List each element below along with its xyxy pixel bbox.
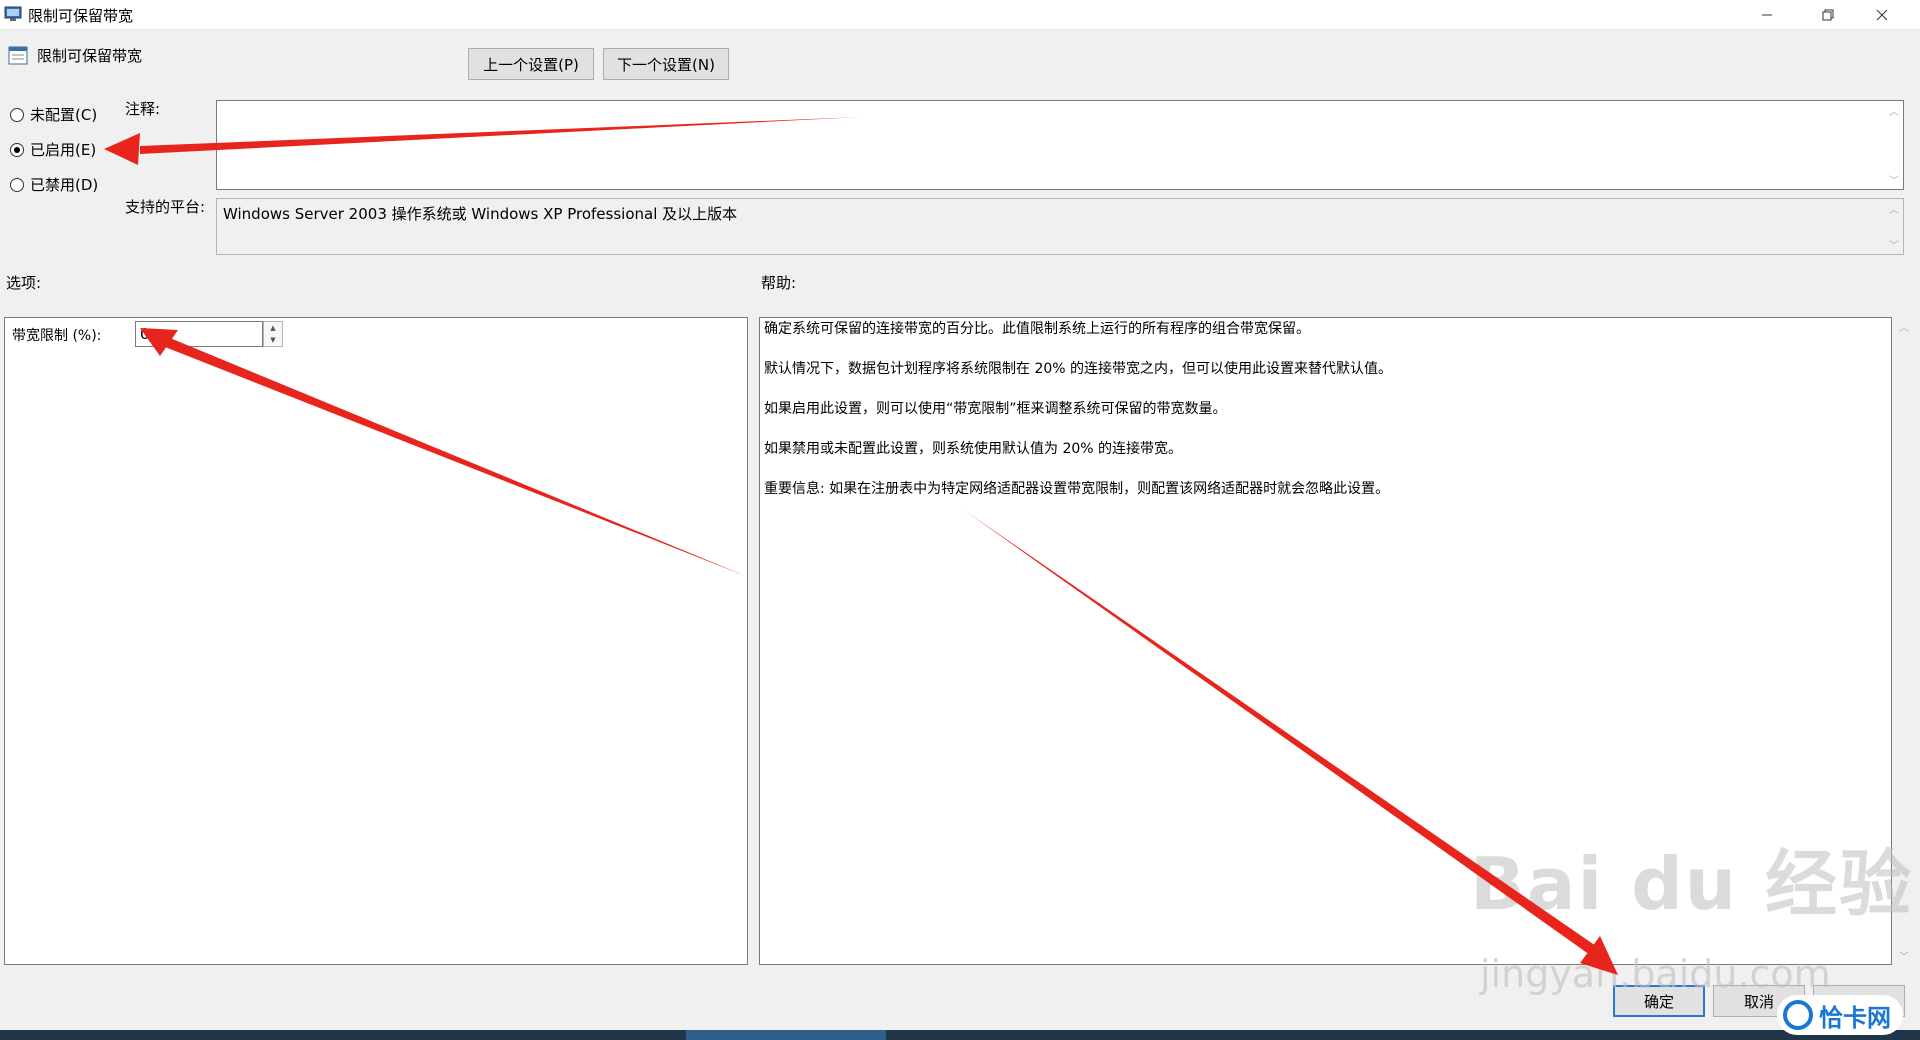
minimize-icon [1762,14,1772,15]
comment-scrollbar[interactable]: ︿ ﹀ [1887,103,1901,187]
help-paragraph: 如果禁用或未配置此设置，则系统使用默认值为 20% 的连接带宽。 [764,441,1183,457]
radio-label: 已启用(E) [30,141,97,159]
bandwidth-spinner[interactable]: ▲ ▼ [263,321,283,347]
platform-label: 支持的平台: [125,198,206,216]
help-paragraph: 如果启用此设置，则可以使用“带宽限制”框来调整系统可保留的带宽数量。 [764,401,1227,417]
platform-value: Windows Server 2003 操作系统或 Windows XP Pro… [223,205,738,223]
help-paragraph: 默认情况下，数据包计划程序将系统限制在 20% 的连接带宽之内，但可以使用此设置… [764,361,1393,377]
bandwidth-limit-label: 带宽限制 (%): [12,328,102,344]
watermark-url: jingyan.baidu.com [1480,952,1831,996]
policy-icon [8,46,28,65]
watermark-baidu-logo: Bai du 经验 [1470,842,1914,926]
scroll-down-icon[interactable]: ﹀ [1889,172,1899,187]
radio-circle[interactable] [10,177,24,192]
bandwidth-limit-input[interactable]: 0 [135,321,263,347]
minimize-button[interactable] [1741,0,1793,29]
help-paragraph: 重要信息: 如果在注册表中为特定网络适配器设置带宽限制，则配置该网络适配器时就会… [764,481,1390,497]
comment-textarea[interactable]: ︿ ﹀ [216,100,1904,190]
scroll-down-icon[interactable]: ﹀ [1899,948,1909,963]
scroll-up-icon[interactable]: ︿ [1899,319,1909,334]
close-button[interactable] [1856,0,1908,29]
scroll-up-icon[interactable]: ︿ [1889,103,1899,118]
site-badge-text: 恰卡网 [1819,1003,1891,1032]
help-section-label: 帮助: [761,274,797,292]
restore-icon [1822,9,1834,20]
help-paragraph: 确定系统可保留的连接带宽的百分比。此值限制系统上运行的所有程序的组合带宽保留。 [764,321,1310,337]
previous-setting-button[interactable]: 上一个设置(P) [468,48,594,80]
radio-label: 已禁用(D) [30,176,99,194]
app-icon [4,6,22,21]
options-section-label: 选项: [6,274,42,292]
comment-label: 注释: [125,100,161,118]
radio-label: 未配置(C) [30,106,98,124]
radio-disabled[interactable]: 已禁用(D) [10,174,98,195]
spinner-up-icon[interactable]: ▲ [264,322,282,334]
site-logo-icon [1783,1000,1813,1030]
spinner-down-icon[interactable]: ▼ [264,334,282,346]
close-icon [1876,9,1888,20]
radio-circle[interactable] [10,107,24,122]
platform-box: Windows Server 2003 操作系统或 Windows XP Pro… [216,198,1904,255]
scroll-down-icon[interactable]: ﹀ [1889,237,1899,252]
scroll-up-icon[interactable]: ︿ [1889,201,1899,216]
restore-button[interactable] [1802,0,1854,29]
taskbar-active-item[interactable] [686,1030,886,1040]
radio-enabled[interactable]: 已启用(E) [10,139,96,160]
title-bar [0,0,1920,30]
policy-heading: 限制可保留带宽 [37,47,143,65]
window-title: 限制可保留带宽 [28,7,134,25]
radio-not-configured[interactable]: 未配置(C) [10,104,97,125]
next-setting-button[interactable]: 下一个设置(N) [603,48,729,80]
platform-scrollbar[interactable]: ︿ ﹀ [1887,201,1901,252]
site-badge: 恰卡网 [1777,995,1903,1035]
radio-circle-checked[interactable] [10,142,24,157]
options-panel [4,317,748,965]
taskbar [0,1030,1920,1040]
